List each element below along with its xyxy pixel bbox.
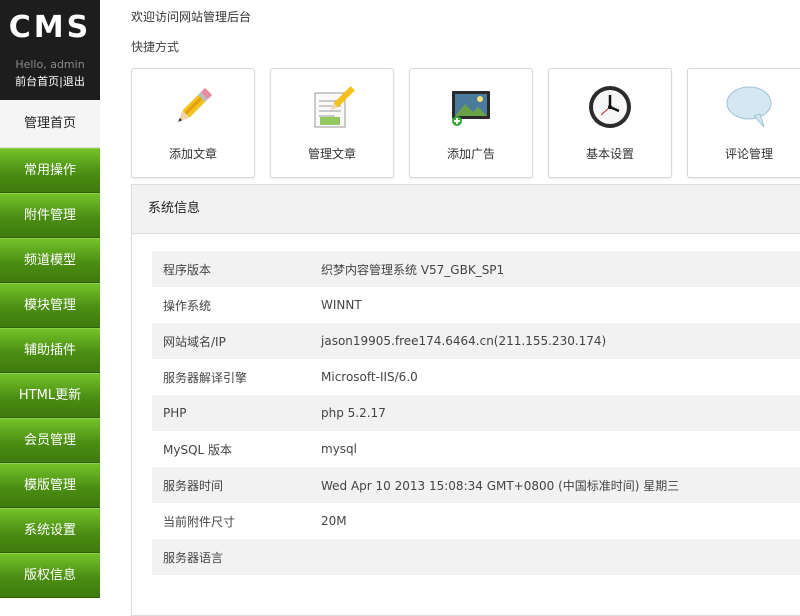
greeting-text: Hello, admin xyxy=(15,58,85,71)
system-info-table: 程序版本 织梦内容管理系统 V57_GBK_SP1 操作系统 WINNT 网站域名/… xyxy=(152,251,800,575)
info-key: 操作系统 xyxy=(152,287,321,323)
info-value: jason19905.free174.6464.cn(211.155.230.1… xyxy=(321,323,800,359)
sidebar-item-common-ops[interactable]: 常用操作 xyxy=(0,148,100,193)
shortcut-label: 管理文章 xyxy=(307,147,356,161)
info-value: mysql xyxy=(321,431,800,467)
shortcut-basic-settings[interactable]: 基本设置 xyxy=(548,68,672,178)
monitor-image-icon xyxy=(452,91,490,126)
sidebar-item-modules[interactable]: 模块管理 xyxy=(0,283,100,328)
sidebar-item-templates[interactable]: 模版管理 xyxy=(0,463,100,508)
logout-link[interactable]: 退出 xyxy=(63,75,85,88)
info-key: 服务器解译引擎 xyxy=(152,359,321,395)
table-row: 操作系统 WINNT xyxy=(152,287,800,323)
info-value xyxy=(321,539,800,575)
sidebar: CMS Hello, admin 前台首页|退出 管理首页 常用操作 附件管理 … xyxy=(0,0,100,600)
table-row: 服务器解译引擎 Microsoft-IIS/6.0 xyxy=(152,359,800,395)
shortcut-add-ad[interactable]: 添加广告 xyxy=(409,68,533,178)
system-info-title: 系统信息 xyxy=(132,185,800,234)
info-value: Microsoft-IIS/6.0 xyxy=(321,359,800,395)
shortcut-comments[interactable]: 评论管理 xyxy=(687,68,800,178)
page-title: 欢迎访问网站管理后台 xyxy=(131,10,252,24)
shortcut-add-article[interactable]: 添加文章 xyxy=(131,68,255,178)
table-row: MySQL 版本 mysql xyxy=(152,431,800,467)
info-key: 当前附件尺寸 xyxy=(152,503,321,539)
table-row: 当前附件尺寸 20M xyxy=(152,503,800,539)
sidebar-item-copyright[interactable]: 版权信息 xyxy=(0,553,100,598)
info-value: Wed Apr 10 2013 15:08:34 GMT+0800 (中国标准时… xyxy=(321,467,800,503)
sidebar-item-attachments[interactable]: 附件管理 xyxy=(0,193,100,238)
info-key: 服务器语言 xyxy=(152,539,321,575)
info-key: 服务器时间 xyxy=(152,467,321,503)
system-info-panel: 系统信息 程序版本 织梦内容管理系统 V57_GBK_SP1 操作系统 WINNT … xyxy=(131,184,800,616)
table-row: 程序版本 织梦内容管理系统 V57_GBK_SP1 xyxy=(152,251,800,287)
shortcut-manage-articles[interactable]: 管理文章 xyxy=(270,68,394,178)
info-key: PHP xyxy=(152,395,321,431)
sidebar-item-html-update[interactable]: HTML更新 xyxy=(0,373,100,418)
brand-panel: CMS Hello, admin 前台首页|退出 xyxy=(0,0,100,100)
logo: CMS xyxy=(8,10,92,45)
info-value: 织梦内容管理系统 V57_GBK_SP1 xyxy=(321,251,800,287)
info-value: php 5.2.17 xyxy=(321,395,800,431)
edit-document-icon xyxy=(314,86,355,128)
sidebar-item-channel-model[interactable]: 频道模型 xyxy=(0,238,100,283)
sidebar-item-members[interactable]: 会员管理 xyxy=(0,418,100,463)
table-row: PHP php 5.2.17 xyxy=(152,395,800,431)
speech-bubble-icon xyxy=(726,86,772,128)
main-content: 欢迎访问网站管理后台 快捷方式 添加文章 管理文章 添加广告 基本设置 评论管理… xyxy=(100,0,800,616)
shortcut-label: 基本设置 xyxy=(585,147,634,161)
info-key: 网站域名/IP xyxy=(152,323,321,359)
pencil-icon xyxy=(178,87,213,122)
table-row: 服务器语言 xyxy=(152,539,800,575)
shortcuts-heading: 快捷方式 xyxy=(131,40,180,54)
info-value: 20M xyxy=(321,503,800,539)
shortcut-label: 添加广告 xyxy=(446,147,495,161)
info-key: MySQL 版本 xyxy=(152,431,321,467)
shortcut-label: 评论管理 xyxy=(724,147,773,161)
table-row: 服务器时间 Wed Apr 10 2013 15:08:34 GMT+0800 (… xyxy=(152,467,800,503)
clock-icon xyxy=(589,86,631,128)
shortcut-label: 添加文章 xyxy=(168,147,217,161)
user-links: 前台首页|退出 xyxy=(0,74,100,90)
sidebar-item-home[interactable]: 管理首页 xyxy=(0,100,100,148)
front-page-link[interactable]: 前台首页 xyxy=(15,75,59,88)
sidebar-item-plugins[interactable]: 辅助插件 xyxy=(0,328,100,373)
info-value: WINNT xyxy=(321,287,800,323)
table-row: 网站域名/IP jason19905.free174.6464.cn(211.15… xyxy=(152,323,800,359)
info-key: 程序版本 xyxy=(152,251,321,287)
sidebar-item-system-settings[interactable]: 系统设置 xyxy=(0,508,100,553)
